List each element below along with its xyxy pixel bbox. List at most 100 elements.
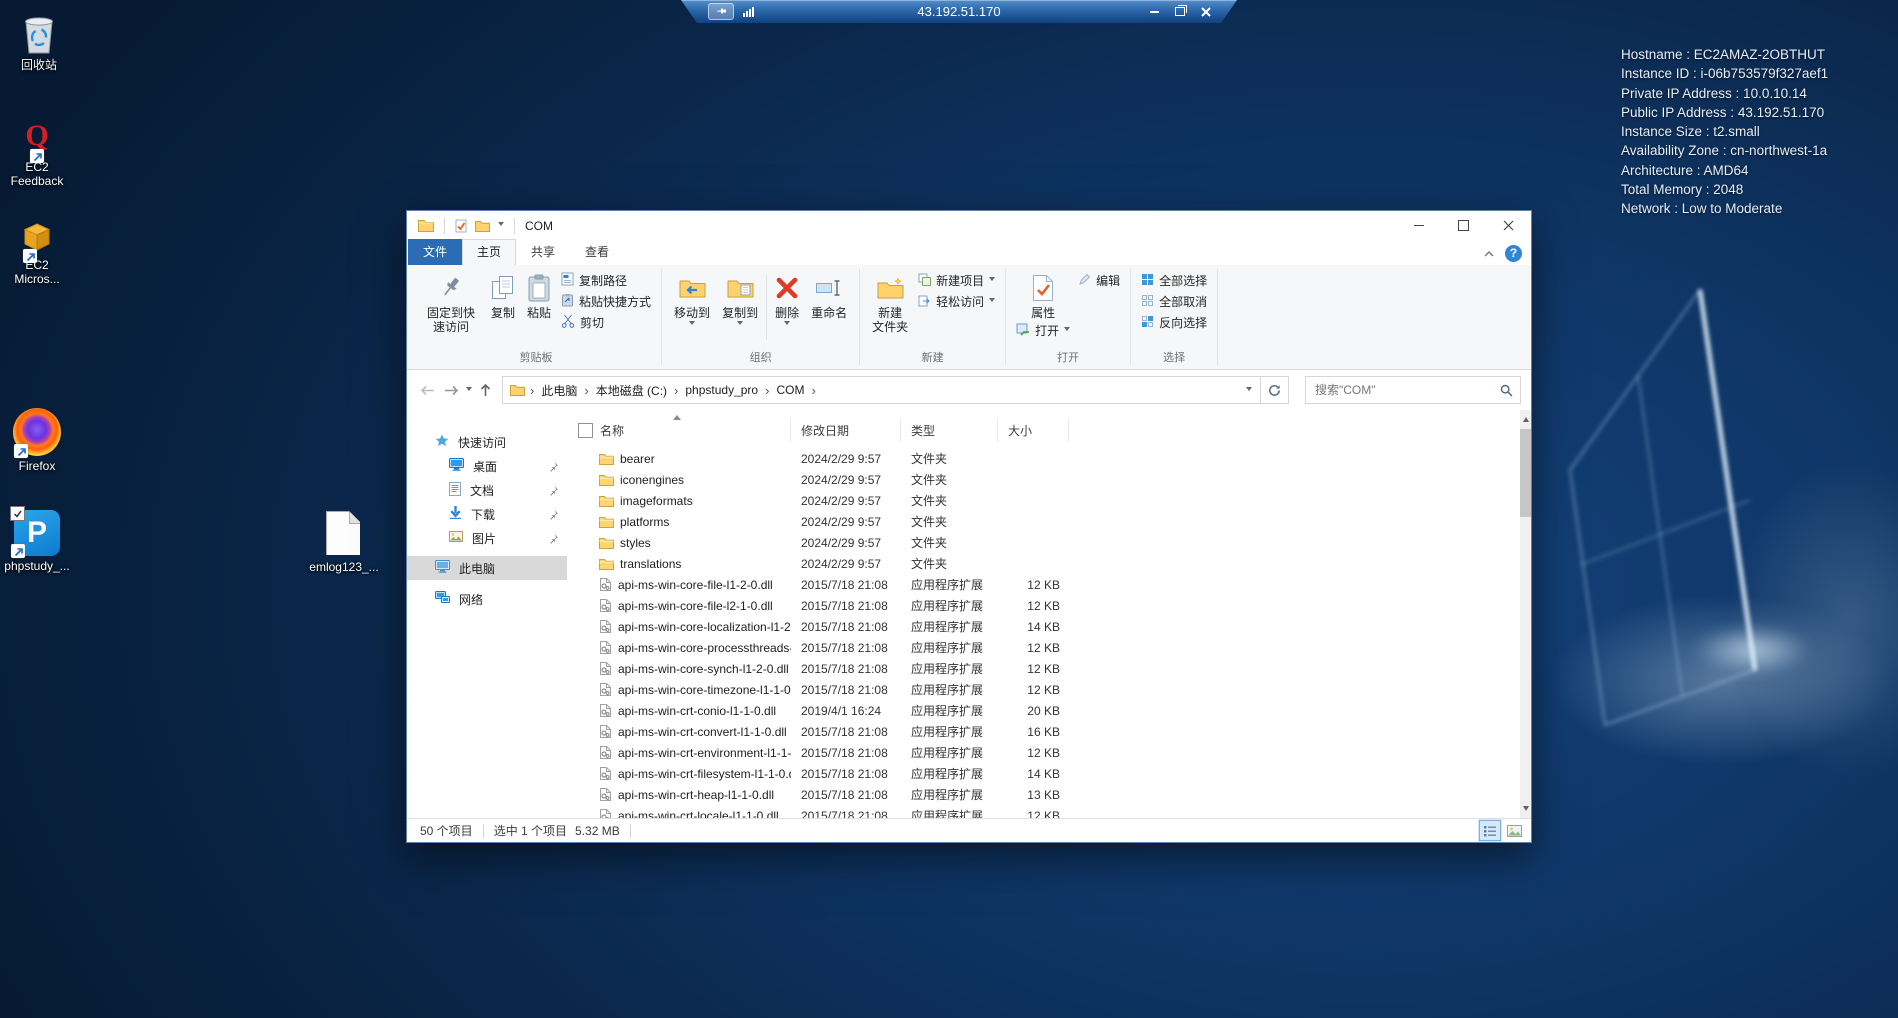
breadcrumb-chevron[interactable]: › [809,383,817,398]
nav-network[interactable]: 网络 [407,587,567,611]
column-header-name[interactable]: 名称 [578,418,791,442]
title-bar[interactable]: COM [407,211,1531,240]
move-to-button[interactable]: 移动到 [668,267,716,328]
scroll-up-button[interactable] [1520,410,1531,426]
search-input[interactable] [1313,382,1500,398]
rdp-minimize-button[interactable] [1147,5,1161,19]
nav-desktop[interactable]: 桌面 [407,454,567,478]
file-row[interactable]: api-ms-win-core-file-l2-1-0.dll 2015/7/18… [578,595,1520,616]
group-label-select: 选择 [1163,352,1186,364]
easy-access-icon [918,294,931,310]
search-box[interactable] [1305,376,1521,404]
column-header-type[interactable]: 类型 [901,418,998,442]
rdp-pin-button[interactable] [708,3,734,20]
minimize-button[interactable] [1396,211,1441,240]
up-button[interactable] [480,383,491,397]
easy-access-button[interactable]: 轻松访问 [914,291,999,312]
nav-pictures[interactable]: 图片 [407,526,567,550]
qat-properties-button[interactable] [451,211,471,240]
tab-view[interactable]: 查看 [570,239,624,265]
breadcrumb-item[interactable]: phpstudy_pro [680,383,763,397]
file-row[interactable]: styles 2024/2/29 9:57 文件夹 [578,532,1520,553]
scrollbar[interactable] [1520,410,1531,818]
breadcrumb-item[interactable]: COM [771,383,809,397]
file-row[interactable]: api-ms-win-crt-convert-l1-1-0.dll 2015/7/… [578,721,1520,742]
help-button[interactable]: ? [1505,244,1522,262]
back-button[interactable] [420,385,435,396]
column-header-size[interactable]: 大小 [998,418,1069,442]
edit-button[interactable]: 编辑 [1074,270,1124,291]
breadcrumb-chevron[interactable]: › [672,383,680,398]
nav-this-pc[interactable]: 此电脑 [407,556,567,580]
file-row[interactable]: api-ms-win-crt-heap-l1-1-0.dll 2015/7/18 … [578,784,1520,805]
nav-documents[interactable]: 文档 [407,478,567,502]
ribbon-collapse-button[interactable] [1484,244,1494,262]
desktop-icon-ec2-feedback[interactable]: Q EC2 Feedback [2,115,72,189]
rename-button[interactable]: 重命名 [805,267,853,320]
new-item-button[interactable]: 新建项目 [914,270,999,291]
delete-button[interactable]: 删除 [769,267,805,328]
maximize-button[interactable] [1441,211,1486,240]
nav-downloads[interactable]: 下载 [407,502,567,526]
close-button[interactable] [1486,211,1531,240]
new-folder-button[interactable]: 新建 文件夹 [866,267,914,334]
select-none-button[interactable]: 全部取消 [1137,291,1211,312]
paste-button[interactable]: 粘贴 [521,267,557,320]
column-header-date[interactable]: 修改日期 [791,418,901,442]
tab-home[interactable]: 主页 [462,239,517,265]
window-title: COM [525,218,553,233]
breadcrumb-chevron[interactable]: › [582,383,590,398]
pin-to-quick-access-button[interactable]: 固定到快速访问 [417,267,485,334]
thumbnail-view-button[interactable] [1502,819,1526,842]
file-row[interactable]: platforms 2024/2/29 9:57 文件夹 [578,511,1520,532]
file-row[interactable]: bearer 2024/2/29 9:57 文件夹 [578,448,1520,469]
copy-path-button[interactable]: 复制路径 [557,270,655,291]
copy-to-button[interactable]: 复制到 [716,267,764,328]
file-row[interactable]: api-ms-win-crt-locale-l1-1-0.dll 2015/7/1… [578,805,1520,818]
nav-quick-access[interactable]: 快速访问 [407,430,567,454]
copy-button[interactable]: 复制 [485,267,521,320]
open-button[interactable]: 打开 [1012,320,1074,341]
address-dropdown-button[interactable] [1246,383,1256,397]
properties-button[interactable]: 属性 [1025,267,1061,320]
breadcrumb-item[interactable]: 此电脑 [536,382,582,399]
invert-selection-button[interactable]: 反向选择 [1137,312,1211,333]
file-row[interactable]: api-ms-win-core-timezone-l1-1-0.dll 2015/… [578,679,1520,700]
breadcrumb-item[interactable]: 本地磁盘 (C:) [591,382,672,399]
scroll-down-button[interactable] [1520,802,1531,818]
desktop-icon-firefox[interactable]: Firefox [2,408,72,473]
recent-locations-button[interactable] [466,386,472,394]
qat-new-folder-button[interactable] [471,211,494,240]
address-bar[interactable]: › 此电脑 › 本地磁盘 (C:) › phpstudy_pro › COM › [502,376,1261,404]
tab-file[interactable]: 文件 [408,239,463,265]
file-row[interactable]: api-ms-win-core-file-l1-2-0.dll 2015/7/18… [578,574,1520,595]
paste-shortcut-button[interactable]: 粘贴快捷方式 [557,291,655,312]
file-row[interactable]: api-ms-win-crt-conio-l1-1-0.dll 2019/4/1 … [578,700,1520,721]
rdp-close-button[interactable] [1199,5,1213,19]
rdp-restore-button[interactable] [1173,5,1187,19]
file-row[interactable]: api-ms-win-crt-filesystem-l1-1-0.dll 2015… [578,763,1520,784]
file-row[interactable]: api-ms-win-core-localization-l1-2-... 201… [578,616,1520,637]
file-row[interactable]: translations 2024/2/29 9:57 文件夹 [578,553,1520,574]
desktop-icon-phpstudy[interactable]: P phpstudy_... [2,506,72,573]
select-all-button[interactable]: 全部选择 [1137,270,1211,291]
file-row[interactable]: api-ms-win-crt-environment-l1-1-0... 2015… [578,742,1520,763]
breadcrumb-chevron[interactable]: › [763,383,771,398]
tab-share[interactable]: 共享 [516,239,570,265]
forward-button[interactable] [444,385,459,396]
refresh-button[interactable] [1261,376,1289,404]
file-row[interactable]: api-ms-win-core-synch-l1-2-0.dll 2015/7/1… [578,658,1520,679]
file-row[interactable]: imageformats 2024/2/29 9:57 文件夹 [578,490,1520,511]
cut-button[interactable]: 剪切 [557,312,655,333]
dropdown-caret [737,321,744,328]
scrollbar-thumb[interactable] [1520,429,1531,517]
desktop-icon-emlog[interactable]: emlog123_... [306,511,382,574]
file-row[interactable]: iconengines 2024/2/29 9:57 文件夹 [578,469,1520,490]
desktop-icon-recycle-bin[interactable]: 回收站 [4,9,74,72]
details-view-button[interactable] [1478,819,1502,842]
file-row[interactable]: api-ms-win-core-processthreads-l... 2015/… [578,637,1520,658]
qat-customize-button[interactable] [494,211,508,240]
desktop-icon-ec2-micro[interactable]: EC2 Micros... [2,219,72,286]
rdp-connection-bar[interactable]: 43.192.51.170 [681,0,1237,23]
select-all-checkbox[interactable] [578,422,593,438]
